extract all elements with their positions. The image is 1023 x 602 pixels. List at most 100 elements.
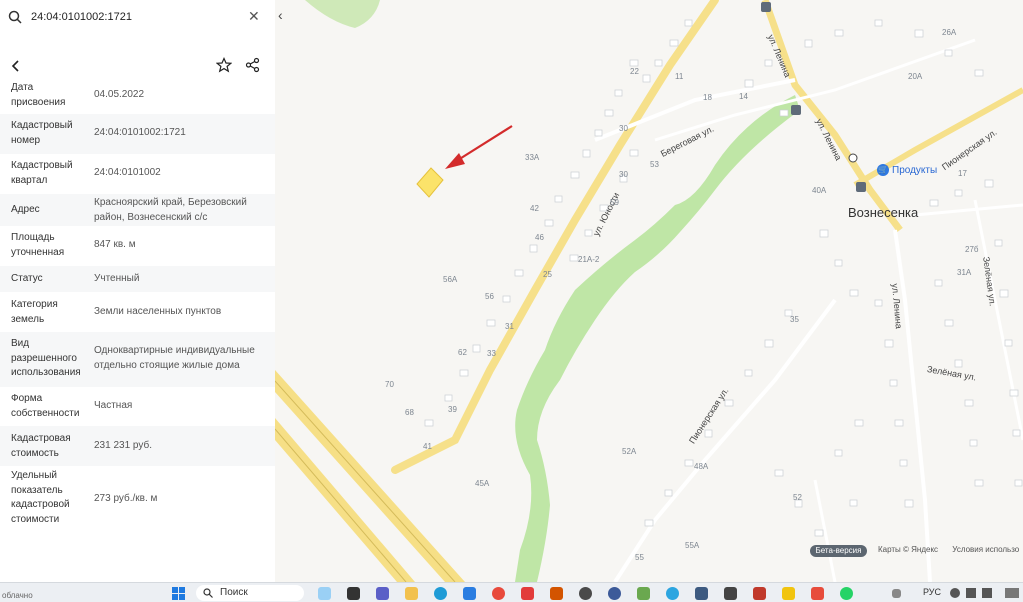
language-indicator[interactable]: РУС [923,587,941,597]
house-number: 14 [739,92,748,101]
file-explorer-icon[interactable] [405,587,418,600]
row-key: Категория земель [11,299,58,325]
beta-badge[interactable]: Бета-версия [810,545,867,557]
table-row: Кадастровый квартал 24:04:0101002 [0,154,275,194]
town-label: Вознесенка [848,205,919,220]
table-row: Адрес Красноярский край, Березовский райо… [0,194,275,226]
battery-icon[interactable] [982,588,992,598]
search-icon [8,10,22,24]
house-number: 31 [505,322,514,331]
house-number: 52А [622,447,637,456]
app-icon[interactable] [753,587,766,600]
forest-area [305,0,380,28]
house-number: 31А [957,268,972,277]
app-icon[interactable] [695,587,708,600]
taskbar-search[interactable]: Поиск [196,585,304,601]
search-icon [203,588,213,598]
terms-link[interactable]: Условия использо [952,545,1019,554]
weather-text[interactable]: облачно [2,591,33,600]
row-key: Площадь уточненная [11,232,65,258]
house-number: 55А [685,541,700,550]
house-number: 39 [448,405,457,414]
row-value: 04.05.2022 [94,89,145,100]
table-row: Статус Учтенный [0,266,275,292]
app-icon[interactable] [811,587,824,600]
house-number: 46 [535,233,544,242]
windows-start-icon[interactable] [172,587,185,600]
app-icon[interactable] [608,587,621,600]
edge-icon[interactable] [434,587,447,600]
bus-stop-icon [761,2,771,12]
house-number: 62 [458,348,467,357]
clock-icon[interactable] [1005,588,1019,598]
house-number: 45А [475,479,490,488]
app-window: 24:04:0101002:1721 ✕ Дата присвоения 04.0… [0,0,1023,602]
collapse-panel-icon[interactable]: ‹ [278,7,283,23]
row-value: 231 231 руб. [94,440,152,451]
weather-app-icon[interactable] [318,587,331,600]
table-row: Кадастровая стоимость 231 231 руб. [0,426,275,466]
row-key: Кадастровый номер [11,120,73,146]
pointer-arrow [445,125,513,169]
house-number: 56 [485,292,494,301]
app-icon[interactable] [550,587,563,600]
parcel-marker [416,167,444,198]
house-number: 22 [630,67,639,76]
row-value: Одноквартирные индивидуальные отдельно с… [94,345,255,371]
row-value: 24:04:0101002 [94,167,161,178]
house-number: 48А [694,462,709,471]
clear-icon[interactable]: ✕ [248,9,260,23]
chevron-up-icon[interactable] [892,589,901,598]
row-value: 847 кв. м [94,239,136,250]
star-icon[interactable] [216,57,232,73]
map-canvas [275,0,1023,582]
app-icon[interactable] [637,587,650,600]
shop-poi[interactable]: 🛒 Продукты [877,164,937,176]
search-input[interactable]: 24:04:0101002:1721 [31,11,132,23]
house-number: 21А-2 [578,255,600,264]
share-icon[interactable] [245,57,260,73]
copyright-text[interactable]: Карты © Яндекс [878,545,938,554]
search-bar[interactable]: 24:04:0101002:1721 ✕ [0,0,275,35]
table-row: Площадь уточненная 847 кв. м [0,226,275,266]
property-table: Дата присвоения 04.05.2022 Кадастровый но… [0,78,275,538]
info-panel: 24:04:0101002:1721 ✕ Дата присвоения 04.0… [0,0,275,582]
map-view[interactable]: ‹ ул. Юности ул. Ленина ул. Ленина ул. Л… [275,0,1023,582]
table-row: Дата присвоения 04.05.2022 [0,78,275,114]
row-key: Кадастровый квартал [11,160,73,186]
row-key: Статус [11,273,43,284]
house-number: 52 [793,493,802,502]
wifi-icon[interactable] [950,588,960,598]
app-icon[interactable] [782,587,795,600]
teams-icon[interactable] [376,587,389,600]
table-row: Категория земель Земли населенных пунктов [0,292,275,332]
house-number: 40А [812,186,827,195]
volume-icon[interactable] [966,588,976,598]
house-number: 53 [650,160,659,169]
yandex-browser-icon[interactable] [521,587,534,600]
store-icon[interactable] [463,587,476,600]
back-icon[interactable] [9,58,23,74]
house-number: 41 [423,442,432,451]
app-icon[interactable] [579,587,592,600]
house-number: 35 [790,315,799,324]
row-value: 273 руб./кв. м [94,493,158,504]
taskbar: облачно Поиск РУС [0,582,1023,602]
highway-2 [275,418,415,582]
bus-stop-icon [791,105,801,115]
chrome-icon[interactable] [492,587,505,600]
table-row: Кадастровый номер 24:04:0101002:1721 [0,114,275,154]
whatsapp-icon[interactable] [840,587,853,600]
app-icon[interactable] [724,587,737,600]
house-number: 68 [405,408,414,417]
row-key: Форма собственности [11,393,80,419]
telegram-icon[interactable] [666,587,679,600]
task-view-icon[interactable] [347,587,360,600]
house-number: 42 [530,204,539,213]
house-number: 59 [610,198,619,207]
house-number: 56А [443,275,458,284]
row-key: Адрес [11,204,40,215]
house-number: 26А [942,28,957,37]
table-row: Вид разрешенного использования Однокварти… [0,332,275,387]
house-number: 17 [958,169,967,178]
